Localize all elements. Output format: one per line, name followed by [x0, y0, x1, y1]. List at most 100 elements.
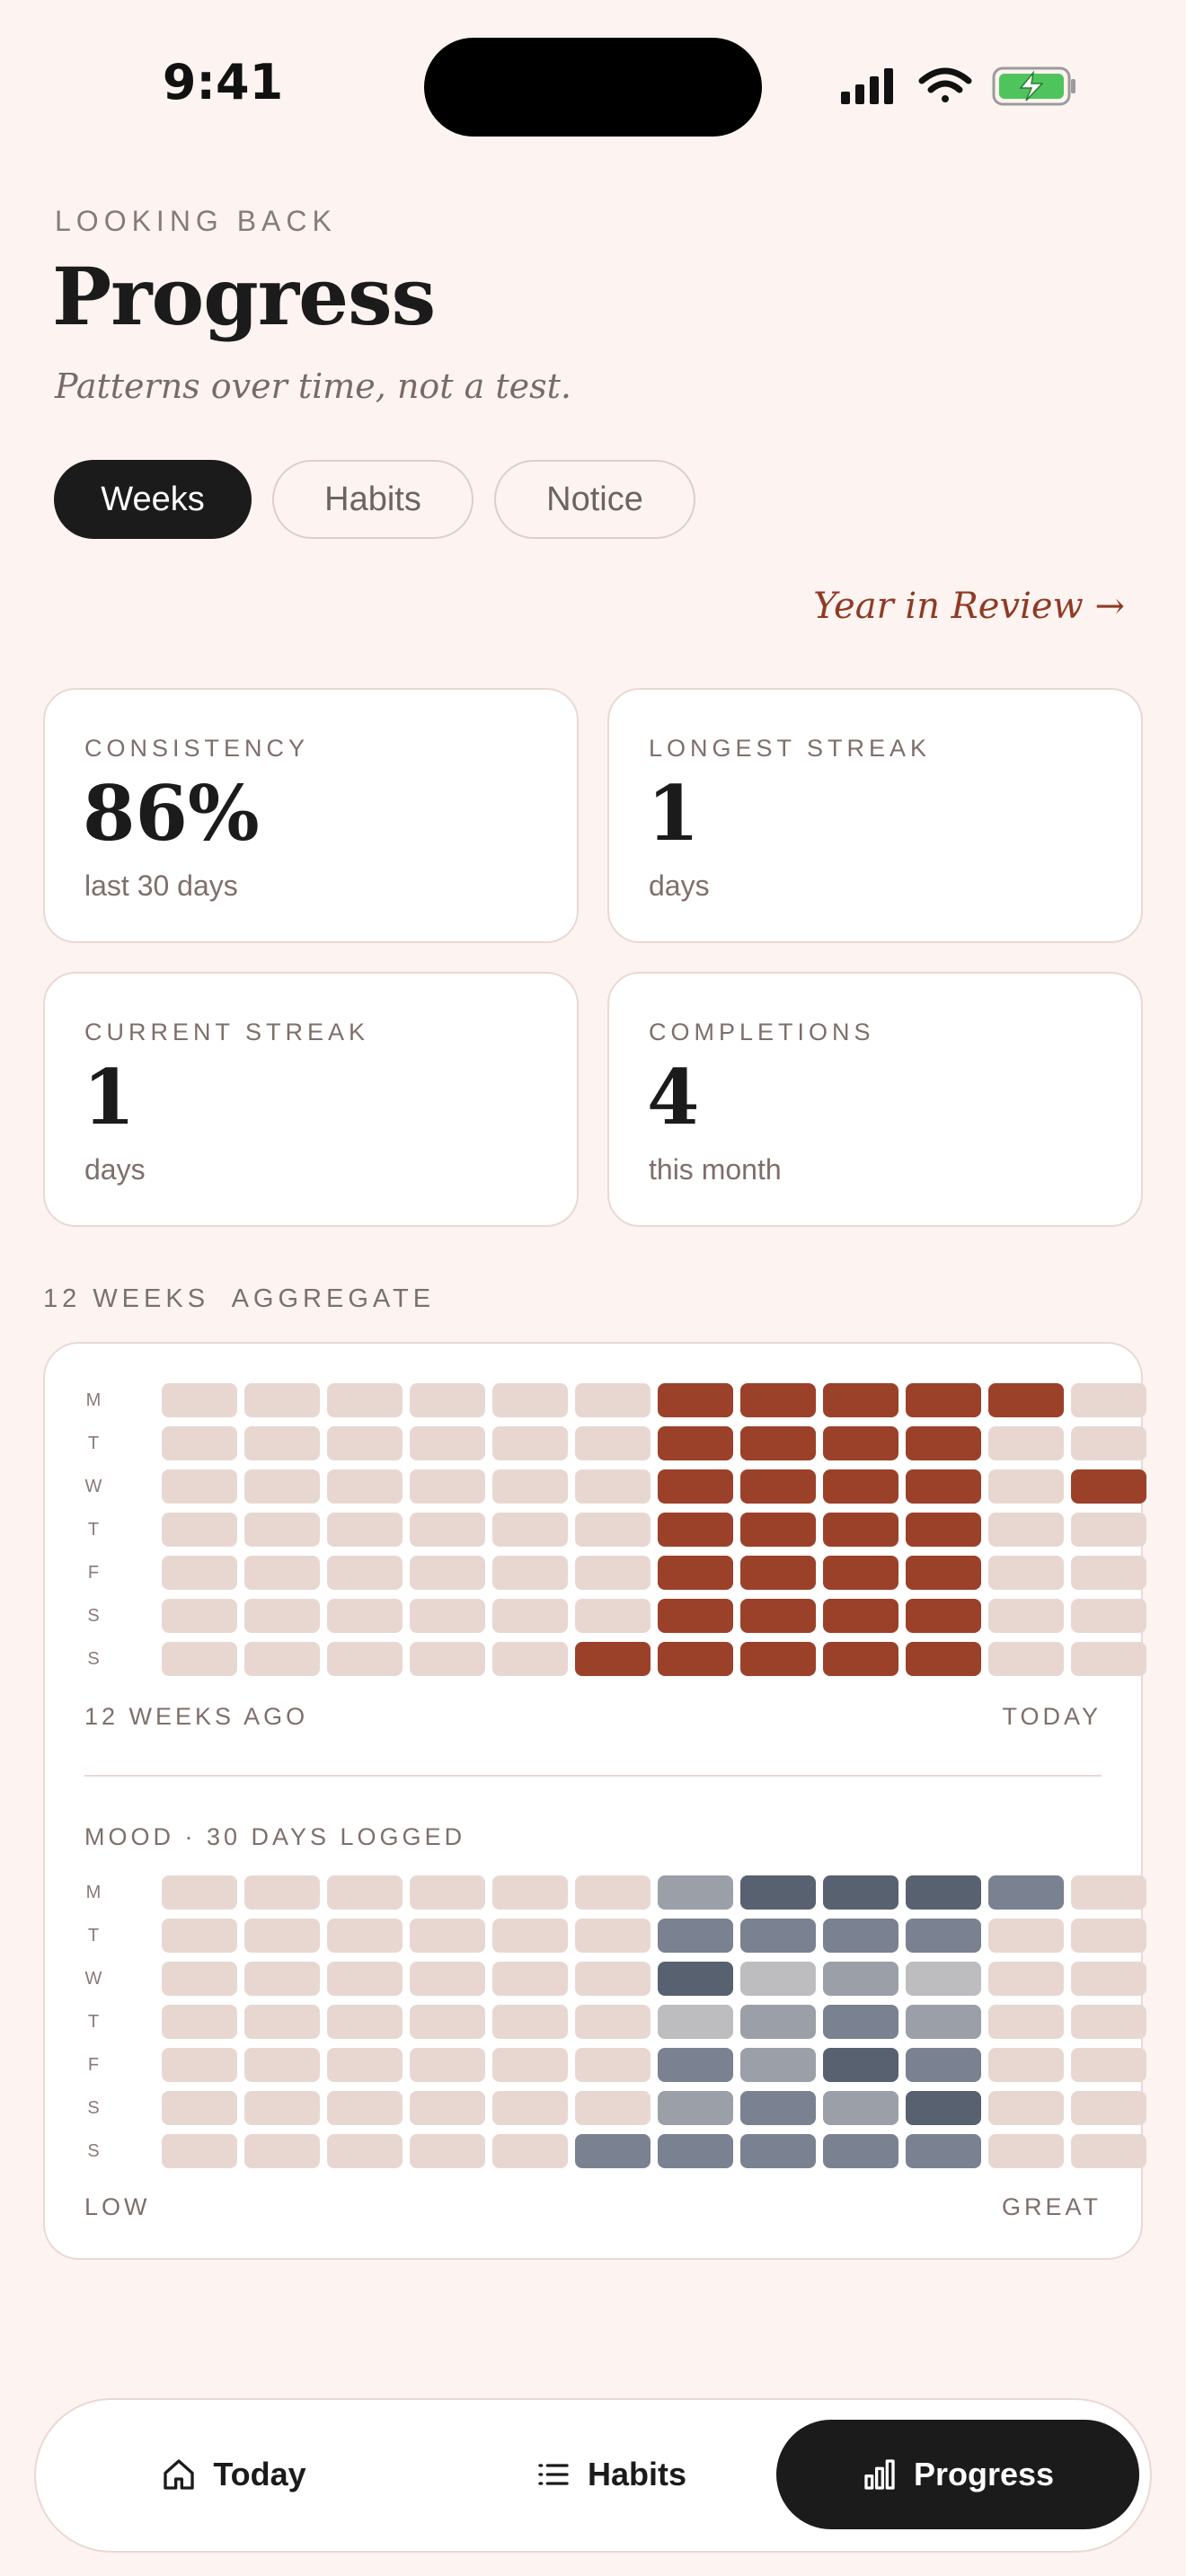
mood-cell — [906, 1919, 981, 1953]
completion-cell — [327, 1383, 403, 1417]
mood-cell — [244, 2048, 320, 2082]
mood-cell — [244, 2005, 320, 2039]
mood-cell — [988, 2091, 1064, 2125]
completion-cell — [906, 1642, 981, 1676]
completion-cell — [1071, 1426, 1146, 1460]
stat-card-current-streak: CURRENT STREAK 1 days — [43, 972, 579, 1227]
grid-end-label: TODAY — [1002, 1703, 1102, 1730]
completion-cell — [492, 1642, 568, 1676]
mood-cell — [988, 1962, 1064, 1996]
tab-notice[interactable]: Notice — [494, 460, 695, 539]
year-in-review-link[interactable]: Year in Review → — [813, 586, 1125, 627]
completion-cell — [1071, 1383, 1146, 1417]
completion-cell — [327, 1513, 403, 1547]
day-label: T — [87, 1926, 100, 1945]
mood-cell — [492, 2005, 568, 2039]
mood-grid-label: MOOD · 30 DAYS LOGGED — [84, 1823, 466, 1850]
nav-item-progress[interactable]: Progress — [776, 2420, 1139, 2529]
completion-cell — [823, 1469, 898, 1504]
mood-cell — [327, 1962, 403, 1996]
nav-item-habits[interactable]: Habits — [485, 2420, 737, 2529]
tab-habits[interactable]: Habits — [272, 460, 474, 539]
completion-cell — [410, 1469, 485, 1504]
mood-cell — [823, 2134, 898, 2168]
day-label: W — [84, 1969, 102, 1989]
completion-cell — [988, 1426, 1064, 1460]
day-label: S — [87, 2098, 100, 2118]
mood-cell — [1071, 1875, 1146, 1910]
completion-cell — [162, 1426, 237, 1460]
completion-cell — [575, 1513, 651, 1547]
grid-start-label: 12 WEEKS AGO — [84, 1703, 309, 1730]
mood-cell — [823, 2091, 898, 2125]
completion-cell — [658, 1469, 733, 1504]
completion-cell — [906, 1556, 981, 1590]
completion-cell — [492, 1426, 568, 1460]
list-icon — [538, 2464, 569, 2485]
mood-cell — [327, 2134, 403, 2168]
completion-cell — [1071, 1642, 1146, 1676]
completion-cell — [410, 1642, 485, 1676]
mood-cell — [1071, 2048, 1146, 2082]
completion-cell — [906, 1513, 981, 1547]
mood-cell — [906, 2134, 981, 2168]
completion-cell — [658, 1599, 733, 1633]
mood-cell — [162, 2005, 237, 2039]
mood-high-label: GREAT — [1001, 2193, 1102, 2220]
completion-cell — [327, 1469, 403, 1504]
mood-cell — [988, 1919, 1064, 1953]
mood-cell — [740, 2091, 816, 2125]
completion-cell — [492, 1556, 568, 1590]
mood-cell — [1071, 1962, 1146, 1996]
mood-cell — [906, 2048, 981, 2082]
mood-cell — [658, 2091, 733, 2125]
completion-cell — [244, 1599, 320, 1633]
stat-value: 4 — [647, 1053, 700, 1142]
completion-cell — [162, 1642, 237, 1676]
completion-cell — [244, 1426, 320, 1460]
completion-cell — [575, 1642, 651, 1676]
mood-cell — [1071, 1919, 1146, 1953]
completion-cell — [823, 1383, 898, 1417]
completion-cell — [244, 1556, 320, 1590]
mood-cell — [575, 2091, 651, 2125]
bottom-nav: Today Habits Progress — [34, 2398, 1152, 2553]
mood-cell — [244, 2091, 320, 2125]
day-label: F — [87, 1563, 100, 1583]
page-title: Progress — [52, 250, 436, 343]
mood-cell — [162, 1875, 237, 1910]
completion-cell — [410, 1383, 485, 1417]
mood-cell — [244, 1875, 320, 1910]
mood-low-label: LOW — [84, 2193, 151, 2220]
mood-cell — [1071, 2134, 1146, 2168]
completion-cell — [327, 1642, 403, 1676]
home-icon — [164, 2459, 194, 2490]
completion-cell — [988, 1513, 1064, 1547]
mood-cell — [658, 1875, 733, 1910]
completion-cell — [823, 1642, 898, 1676]
completion-cell — [740, 1513, 816, 1547]
mood-cell — [410, 2005, 485, 2039]
stat-caption: days — [84, 1153, 146, 1186]
tab-weeks[interactable]: Weeks — [54, 460, 252, 539]
completion-cell — [410, 1426, 485, 1460]
completion-cell — [575, 1383, 651, 1417]
mood-cell — [1071, 2005, 1146, 2039]
day-label: T — [87, 1434, 100, 1453]
mood-cell — [410, 1919, 485, 1953]
mood-cell — [823, 1875, 898, 1910]
divider — [84, 1775, 1102, 1777]
completion-cell — [906, 1383, 981, 1417]
day-label: S — [87, 1649, 100, 1669]
day-label: T — [87, 1520, 100, 1539]
battery-icon — [992, 66, 1075, 106]
stat-caption: this month — [649, 1153, 782, 1186]
nav-item-today[interactable]: Today — [108, 2420, 359, 2529]
day-label: T — [87, 2012, 100, 2032]
mood-cell — [575, 2048, 651, 2082]
mood-cell — [244, 2134, 320, 2168]
completion-cell — [244, 1469, 320, 1504]
day-label: S — [87, 2141, 100, 2161]
completion-cell — [658, 1513, 733, 1547]
completion-cell — [988, 1599, 1064, 1633]
